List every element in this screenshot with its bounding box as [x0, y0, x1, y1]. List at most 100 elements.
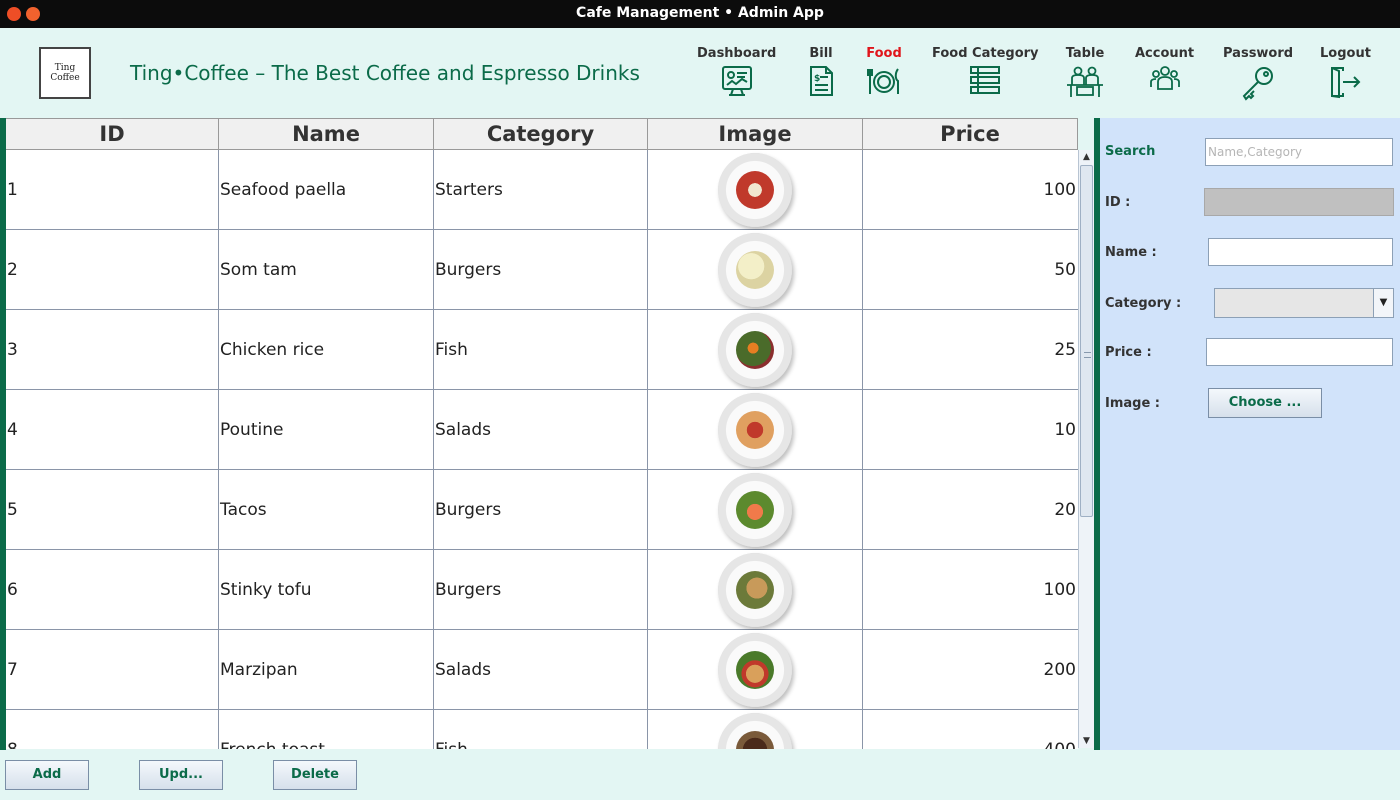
table-row[interactable]: 1 Seafood paella Starters 100 — [6, 150, 1078, 230]
cell-name[interactable]: Tacos — [219, 470, 434, 550]
cell-category[interactable]: Salads — [434, 630, 648, 710]
table-row[interactable]: 3 Chicken rice Fish 25 — [6, 310, 1078, 390]
column-header-id[interactable]: ID — [6, 118, 219, 150]
scroll-thumb[interactable] — [1080, 165, 1093, 517]
table-row[interactable]: 4 Poutine Salads 10 — [6, 390, 1078, 470]
column-header-name[interactable]: Name — [219, 118, 434, 150]
name-field[interactable] — [1208, 238, 1393, 266]
table-vertical-scrollbar[interactable]: ▲ ▼ — [1078, 150, 1094, 748]
cell-id[interactable]: 6 — [6, 550, 219, 630]
scroll-up-arrow-icon[interactable]: ▲ — [1079, 150, 1094, 164]
search-label: Search — [1105, 144, 1156, 159]
chevron-down-icon[interactable]: ▼ — [1373, 289, 1393, 317]
cell-category[interactable]: Fish — [434, 710, 648, 749]
nav-food-category[interactable]: Food Category — [932, 46, 1039, 95]
window-title: Cafe Management • Admin App — [576, 5, 824, 21]
delete-button[interactable]: Delete — [273, 760, 357, 790]
column-header-price[interactable]: Price — [863, 118, 1078, 150]
list-icon — [970, 66, 1001, 94]
cell-image[interactable] — [648, 150, 863, 230]
cell-id[interactable]: 8 — [6, 710, 219, 749]
cell-image[interactable] — [648, 710, 863, 749]
column-header-image[interactable]: Image — [648, 118, 863, 150]
id-field — [1204, 188, 1394, 216]
cell-name[interactable]: French toast — [219, 710, 434, 749]
nav-food[interactable]: Food — [866, 46, 902, 97]
table-row[interactable]: 2 Som tam Burgers 50 — [6, 230, 1078, 310]
id-label: ID : — [1105, 195, 1131, 210]
table-row[interactable]: 7 Marzipan Salads 200 — [6, 630, 1078, 710]
food-image — [718, 313, 792, 387]
table-row[interactable]: 8French toastFish 400 — [6, 710, 1078, 749]
cell-price[interactable]: 25 — [863, 310, 1078, 390]
svg-text:$: $ — [814, 74, 820, 84]
nav-table[interactable]: Table — [1065, 46, 1105, 99]
cell-image[interactable] — [648, 390, 863, 470]
cell-image[interactable] — [648, 550, 863, 630]
bruschetta-dish — [736, 411, 774, 449]
price-field[interactable] — [1206, 338, 1393, 366]
add-button[interactable]: Add — [5, 760, 89, 790]
cell-name[interactable]: Stinky tofu — [219, 550, 434, 630]
cell-price[interactable]: 200 — [863, 630, 1078, 710]
bill-icon: $ — [810, 66, 833, 96]
cell-category[interactable]: Salads — [434, 390, 648, 470]
cell-name[interactable]: Poutine — [219, 390, 434, 470]
nav-bill[interactable]: Bill $ — [806, 46, 836, 97]
name-label: Name : — [1105, 245, 1157, 260]
category-label: Category : — [1105, 296, 1182, 311]
food-image — [718, 553, 792, 627]
grilled-chicken-dish — [736, 571, 774, 609]
category-select[interactable]: ▼ — [1214, 288, 1394, 318]
table-icon — [1067, 66, 1103, 97]
food-image — [718, 473, 792, 547]
logout-icon — [1331, 67, 1361, 99]
account-icon — [1149, 66, 1180, 90]
scroll-down-arrow-icon[interactable]: ▼ — [1079, 734, 1094, 748]
nav-account[interactable]: Account — [1135, 46, 1194, 91]
cell-name[interactable]: Seafood paella — [219, 150, 434, 230]
cell-id[interactable]: 1 — [6, 150, 219, 230]
brand-logo: Ting Coffee — [39, 47, 91, 99]
cell-name[interactable]: Som tam — [219, 230, 434, 310]
cell-category[interactable]: Burgers — [434, 550, 648, 630]
cell-price[interactable]: 10 — [863, 390, 1078, 470]
table-row[interactable]: 5 Tacos Burgers 20 — [6, 470, 1078, 550]
table-header: ID Name Category Image Price — [6, 118, 1078, 150]
cell-image[interactable] — [648, 630, 863, 710]
update-button[interactable]: Upd... — [139, 760, 223, 790]
choose-image-button[interactable]: Choose ... — [1208, 388, 1322, 418]
cell-category[interactable]: Starters — [434, 150, 648, 230]
nav-password[interactable]: Password — [1223, 46, 1293, 101]
cell-image[interactable] — [648, 230, 863, 310]
cell-id[interactable]: 3 — [6, 310, 219, 390]
food-table: ID Name Category Image Price 1 Seafood pa… — [6, 118, 1078, 749]
cell-image[interactable] — [648, 470, 863, 550]
cell-id[interactable]: 5 — [6, 470, 219, 550]
brand-title: Ting•Coffee – The Best Coffee and Espres… — [130, 61, 640, 85]
cell-category[interactable]: Burgers — [434, 470, 648, 550]
cell-image[interactable] — [648, 310, 863, 390]
cell-category[interactable]: Burgers — [434, 230, 648, 310]
cell-price[interactable]: 20 — [863, 470, 1078, 550]
action-footer: Add Upd... Delete — [0, 750, 1400, 800]
cell-name[interactable]: Marzipan — [219, 630, 434, 710]
cell-price[interactable]: 100 — [863, 150, 1078, 230]
cell-id[interactable]: 4 — [6, 390, 219, 470]
cell-price[interactable]: 400 — [863, 710, 1078, 749]
cell-name[interactable]: Chicken rice — [219, 310, 434, 390]
nav-logout[interactable]: Logout — [1320, 46, 1371, 99]
cell-id[interactable]: 2 — [6, 230, 219, 310]
column-header-category[interactable]: Category — [434, 118, 648, 150]
cell-category[interactable]: Fish — [434, 310, 648, 390]
table-row[interactable]: 6 Stinky tofu Burgers 100 — [6, 550, 1078, 630]
dashboard-icon — [721, 66, 752, 96]
cell-id[interactable]: 7 — [6, 630, 219, 710]
scroll-grip-icon — [1084, 352, 1091, 358]
search-input[interactable] — [1205, 138, 1393, 166]
nav-dashboard[interactable]: Dashboard — [697, 46, 776, 97]
food-image — [718, 233, 792, 307]
cell-price[interactable]: 50 — [863, 230, 1078, 310]
price-label: Price : — [1105, 345, 1152, 360]
cell-price[interactable]: 100 — [863, 550, 1078, 630]
